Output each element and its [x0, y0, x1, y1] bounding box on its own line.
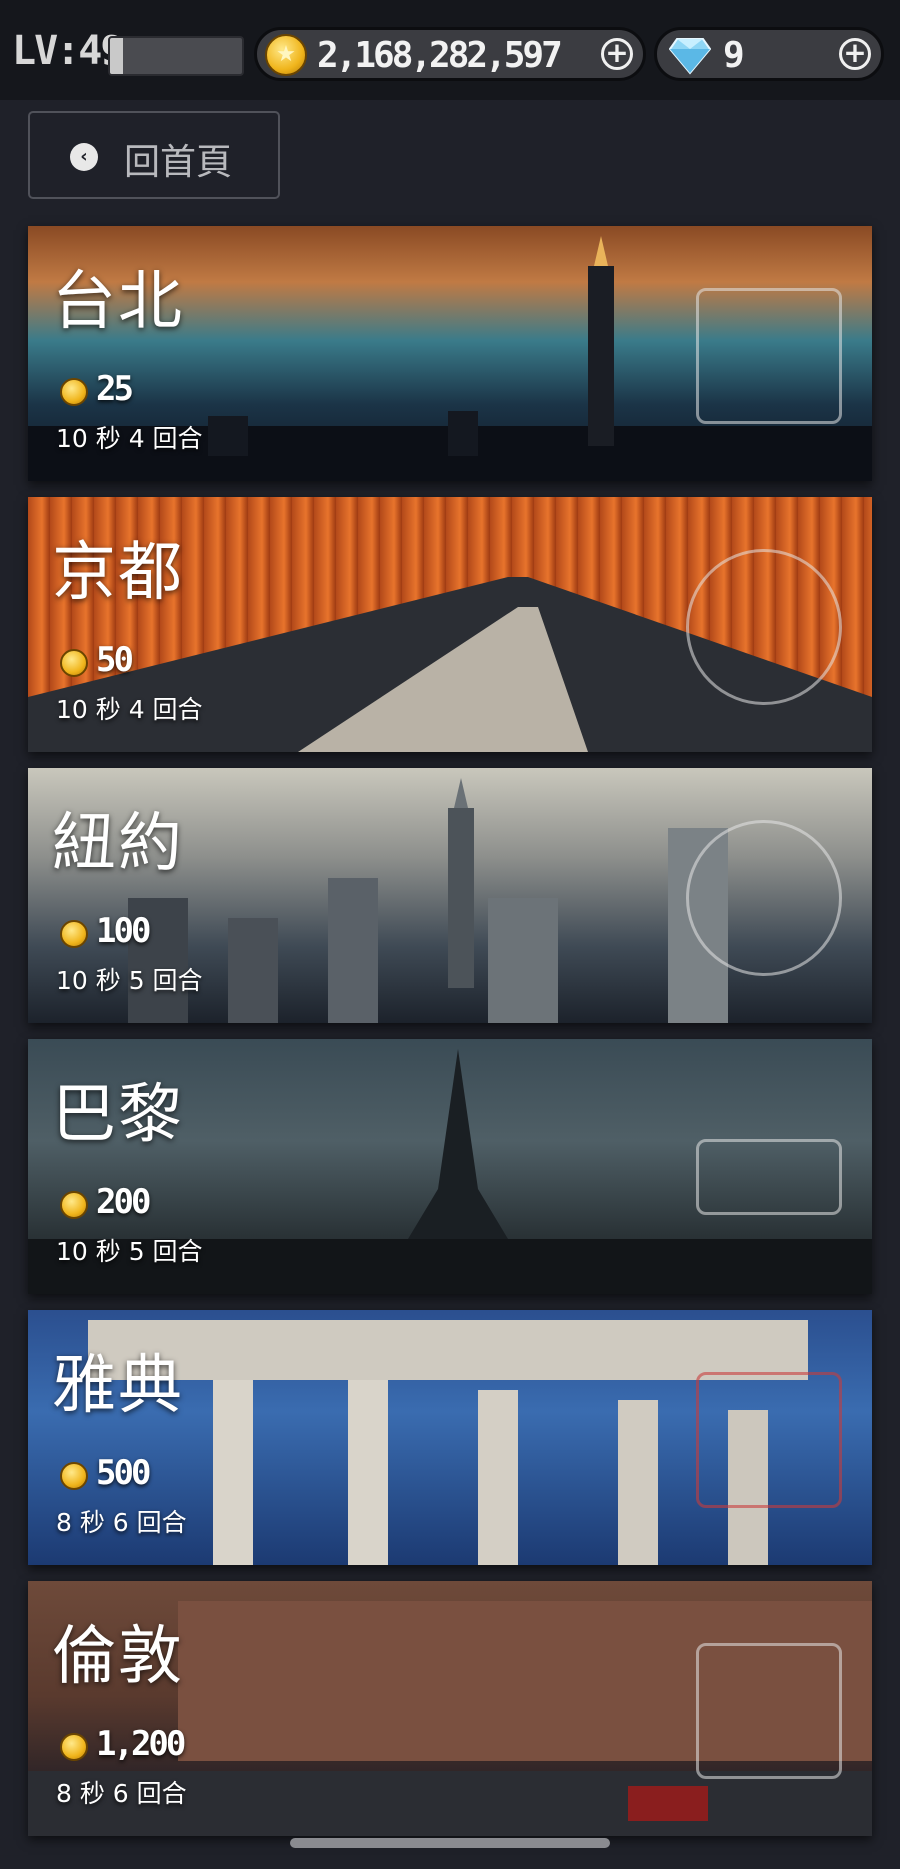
- city-name: 巴黎: [52, 1078, 184, 1152]
- city-card-athens[interactable]: 雅典 500 8 秒 6 回合: [28, 1310, 872, 1565]
- match-rule: 10 秒 4 回合: [56, 695, 203, 724]
- back-to-home-button[interactable]: ‹ 回首頁: [28, 111, 280, 199]
- top-status-bar: LV:49 ★ 2,168,282,597 + 9 +: [0, 0, 900, 100]
- city-name: 倫敦: [52, 1620, 184, 1694]
- scrollbar-thumb[interactable]: [290, 1838, 610, 1848]
- coin-icon: [60, 1462, 88, 1490]
- coin-icon: [60, 378, 88, 406]
- coin-icon: [60, 1191, 88, 1219]
- city-name: 雅典: [52, 1349, 184, 1423]
- level-progress-bar: [108, 36, 244, 76]
- match-rule: 10 秒 4 回合: [56, 424, 203, 453]
- city-card-taipei[interactable]: 台北 25 10 秒 4 回合: [28, 226, 872, 481]
- city-card-paris[interactable]: 巴黎 200 10 秒 5 回合: [28, 1039, 872, 1294]
- passport-stamp-icon: [696, 288, 842, 424]
- passport-stamp-icon: [696, 1139, 842, 1215]
- entry-cost: 200: [96, 1182, 151, 1222]
- entry-cost: 25: [96, 369, 134, 409]
- chevron-left-icon: ‹: [70, 143, 98, 171]
- coin-icon: [60, 649, 88, 677]
- passport-stamp-icon: [696, 1372, 842, 1508]
- level-progress-fill: [110, 38, 124, 74]
- match-rule: 10 秒 5 回合: [56, 966, 203, 995]
- passport-stamp-icon: [686, 549, 842, 705]
- coin-amount: 2,168,282,597: [317, 35, 563, 76]
- add-coins-button[interactable]: +: [601, 38, 633, 70]
- diamond-icon: [669, 38, 711, 75]
- passport-stamp-icon: [696, 1643, 842, 1779]
- city-name: 紐約: [52, 807, 184, 881]
- coin-balance: ★ 2,168,282,597 +: [254, 27, 646, 81]
- passport-stamp-icon: [686, 820, 842, 976]
- coin-icon: [60, 1733, 88, 1761]
- city-name: 京都: [52, 536, 184, 610]
- coin-icon: [60, 920, 88, 948]
- back-button-label: 回首頁: [124, 142, 233, 183]
- match-rule: 10 秒 5 回合: [56, 1237, 203, 1266]
- city-name: 台北: [52, 265, 184, 339]
- city-card-new-york[interactable]: 紐約 100 10 秒 5 回合: [28, 768, 872, 1023]
- entry-cost: 500: [96, 1453, 151, 1493]
- city-card-kyoto[interactable]: 京都 50 10 秒 4 回合: [28, 497, 872, 752]
- level-label: LV:49: [12, 28, 124, 74]
- gem-amount: 9: [723, 35, 745, 76]
- match-rule: 8 秒 6 回合: [56, 1508, 187, 1537]
- match-rule: 8 秒 6 回合: [56, 1779, 187, 1808]
- entry-cost: 100: [96, 911, 151, 951]
- city-card-london[interactable]: 倫敦 1,200 8 秒 6 回合: [28, 1581, 872, 1836]
- entry-cost: 1,200: [96, 1724, 186, 1764]
- coin-icon: ★: [265, 34, 307, 76]
- add-gems-button[interactable]: +: [839, 38, 871, 70]
- gem-balance: 9 +: [654, 27, 884, 81]
- entry-cost: 50: [96, 640, 134, 680]
